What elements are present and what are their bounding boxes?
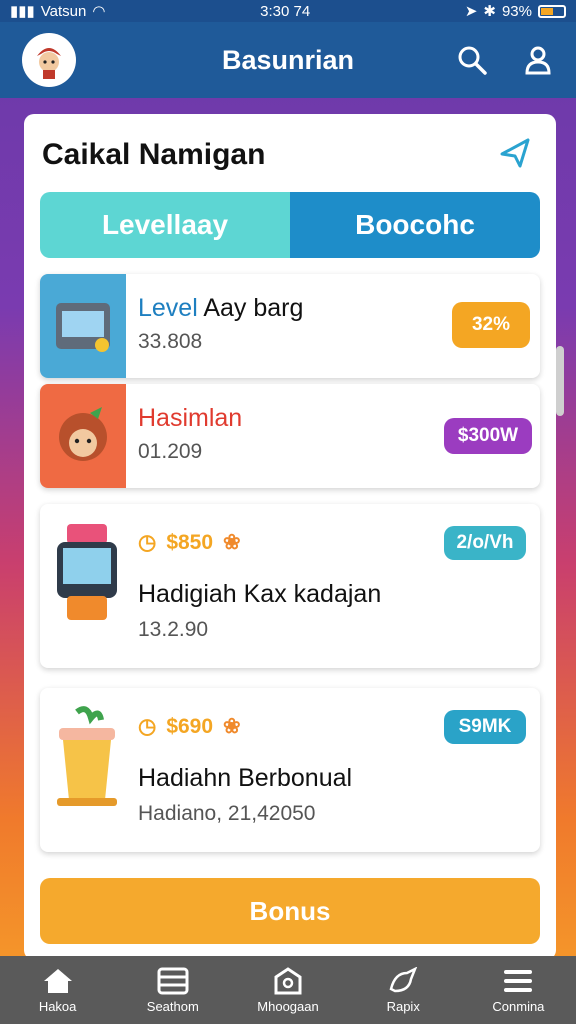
- nav-item-shop[interactable]: Mhoogaan: [230, 956, 345, 1024]
- app-bar: Basunrian: [0, 22, 576, 98]
- nav-label: Seathom: [146, 998, 199, 1014]
- bird-icon: [389, 966, 418, 992]
- wifi-icon: ◠: [92, 3, 106, 20]
- tab-levellaay[interactable]: Levellaay: [40, 192, 290, 258]
- card-meta: ◷ $690 ❀: [138, 714, 241, 739]
- bonus-button[interactable]: Bonus: [40, 878, 540, 944]
- bottom-nav: Hakoa Seathom Mhoogaan Rapix Conmina: [0, 956, 576, 1024]
- meta-price: $690: [166, 714, 214, 738]
- drink-cup-icon: [46, 702, 128, 812]
- card-value: Hadiano, 21,42050: [138, 802, 316, 825]
- clock-icon: ◷: [138, 715, 157, 738]
- user-icon[interactable]: [520, 42, 556, 78]
- battery-icon: [538, 4, 566, 18]
- bluetooth-icon: ✱: [483, 3, 496, 20]
- value-badge[interactable]: S9MK: [444, 710, 526, 744]
- card-meta: ◷ $850 ❀: [138, 530, 241, 555]
- app-title: Basunrian: [221, 44, 355, 75]
- nav-item-home[interactable]: Hakoa: [0, 956, 115, 1024]
- nav-label: Mhoogaan: [257, 998, 319, 1014]
- discount-badge[interactable]: 32%: [452, 302, 530, 348]
- status-time: 3:30 74: [260, 2, 311, 20]
- search-icon[interactable]: [454, 42, 490, 78]
- main-panel: Caikal Namigan Levellaay Boocohc Level A…: [24, 114, 556, 960]
- reward-card[interactable]: Level Aay barg 33.808 32%: [40, 274, 540, 378]
- character-avatar-icon[interactable]: [22, 33, 76, 87]
- card-name: Hadiahn Berbonual: [138, 764, 353, 792]
- monkey-character-icon: [40, 384, 126, 488]
- home-icon: [43, 968, 72, 993]
- status-bar: ▮▮▮ Vatsun ◠ 3:30 74 ➤ ✱ 93%: [0, 0, 576, 22]
- bag-icon: [274, 966, 302, 994]
- card-value: 33.808: [138, 330, 203, 353]
- clock-icon: ◷: [138, 531, 157, 554]
- send-icon[interactable]: [498, 136, 534, 172]
- paw-icon: ❀: [223, 531, 241, 554]
- scrollbar[interactable]: [556, 346, 564, 416]
- card-name: Hadigiah Kax kadajan: [138, 580, 382, 608]
- card-value: 01.209: [138, 440, 203, 463]
- price-badge[interactable]: $300W: [444, 418, 532, 454]
- nav-item-search[interactable]: Seathom: [115, 956, 230, 1024]
- reward-card[interactable]: ◷ $690 ❀ Hadiahn Berbonual Hadiano, 21,4…: [40, 688, 540, 852]
- tab-boocohc[interactable]: Boocohc: [290, 192, 540, 258]
- signal-icon: ▮▮▮: [10, 3, 35, 20]
- panel-title: Caikal Namigan: [42, 138, 266, 171]
- game-console-icon: [40, 274, 126, 378]
- card-name: Level Aay barg: [138, 294, 304, 322]
- nav-label: Conmina: [492, 998, 545, 1014]
- tabs: Levellaay Boocohc: [40, 192, 540, 258]
- card-value: 13.2.90: [138, 618, 209, 641]
- status-left: ▮▮▮ Vatsun ◠: [10, 2, 106, 21]
- location-icon: ➤: [464, 3, 478, 20]
- smartwatch-icon: [46, 518, 128, 628]
- battery-percent: 93%: [501, 2, 532, 20]
- nav-item-menu[interactable]: Conmina: [461, 956, 576, 1024]
- nav-label: Rapix: [386, 998, 420, 1014]
- reward-card[interactable]: ◷ $850 ❀ Hadigiah Kax kadajan 13.2.90 2/…: [40, 504, 540, 668]
- card-name: Hasimlan: [138, 404, 243, 432]
- grid-icon: [157, 967, 189, 994]
- paw-icon: ❀: [223, 715, 241, 738]
- menu-icon: [504, 969, 533, 992]
- nav-item-rapix[interactable]: Rapix: [346, 956, 461, 1024]
- time-badge[interactable]: 2/o/Vh: [444, 526, 526, 560]
- nav-label: Hakoa: [38, 998, 77, 1014]
- reward-card[interactable]: Hasimlan 01.209 $300W: [40, 384, 540, 488]
- status-right: ➤ ✱ 93%: [465, 2, 566, 20]
- meta-price: $850: [166, 530, 214, 554]
- carrier-label: Vatsun: [40, 2, 87, 20]
